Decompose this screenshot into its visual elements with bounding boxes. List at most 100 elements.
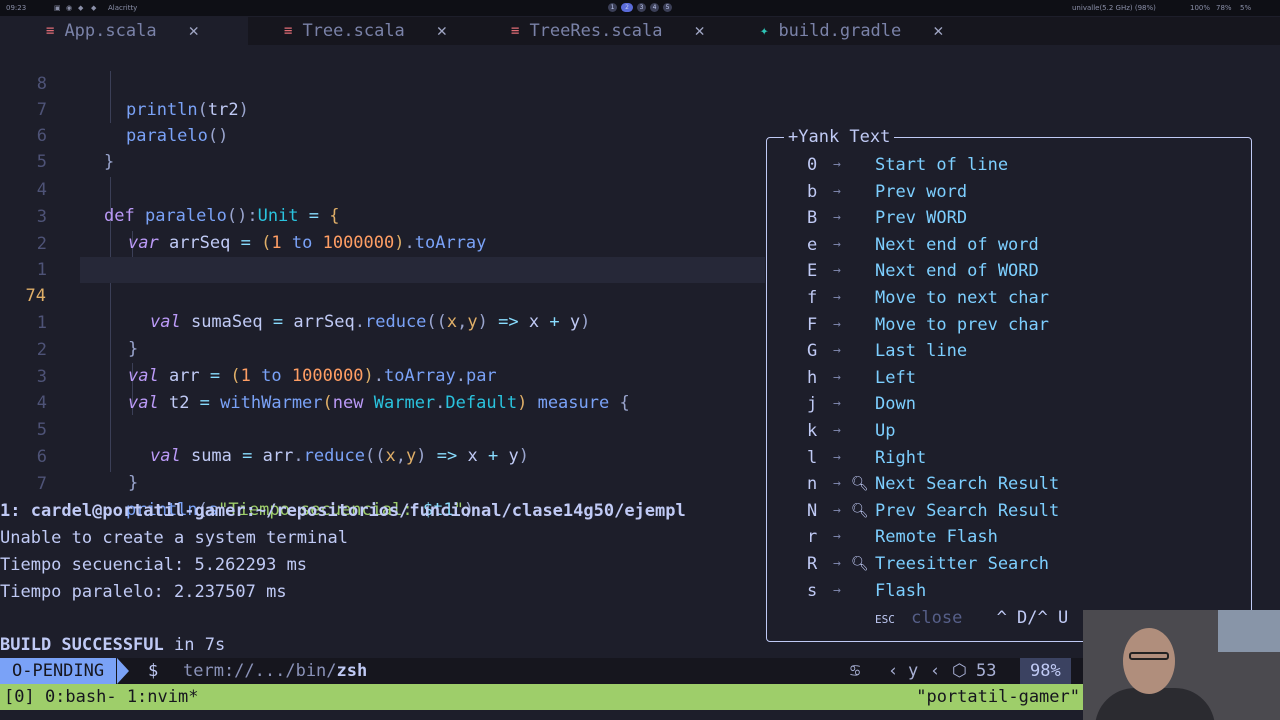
telegram-icon[interactable]: ◆ xyxy=(78,4,83,12)
code-line: 8 println(tr2) xyxy=(0,45,765,120)
yank-item[interactable]: h → Left xyxy=(767,365,1253,391)
action-label: Start of line xyxy=(875,155,1009,175)
action-label: Up xyxy=(875,421,896,441)
path-shell: zsh xyxy=(336,661,368,681)
terminal-title: 1: cardel@portatil-gamer:~/repositorios/… xyxy=(0,501,686,521)
background-monitor xyxy=(1218,610,1280,652)
arrow-right-icon: → xyxy=(833,210,841,226)
yank-item[interactable]: r → Remote Flash xyxy=(767,524,1253,550)
key-label: F xyxy=(807,314,818,335)
yank-item[interactable]: G → Last line xyxy=(767,338,1253,364)
terminal-line: Tiempo secuencial: 5.262293 ms xyxy=(0,555,308,575)
arrow-right-icon: → xyxy=(833,343,841,359)
arrow-right-icon: → xyxy=(833,449,841,465)
code-line: 2 val arr = (1 to 1000000).toArray.par xyxy=(0,311,765,386)
action-label: Move to prev char xyxy=(875,314,1049,335)
tab-build-gradle[interactable]: ✦ build.gradle ✕ xyxy=(760,17,944,45)
yank-item[interactable]: 0 → Start of line xyxy=(767,152,1253,178)
action-label: Next end of WORD xyxy=(875,261,1039,282)
yank-item[interactable]: l → Right xyxy=(767,445,1253,471)
yank-item[interactable]: B → Prev WORD xyxy=(767,205,1253,231)
network-status[interactable]: univalle(5.2 GHz) (98%) xyxy=(1072,4,1156,12)
battery-status: 100% xyxy=(1190,4,1211,12)
path-prefix: term://.../bin/ xyxy=(183,661,337,681)
close-hint[interactable]: close xyxy=(911,608,962,628)
key-label: N xyxy=(807,500,818,521)
line-count: 53 xyxy=(976,661,997,681)
action-label: Next Search Result xyxy=(875,474,1060,495)
volume-status: 5% xyxy=(1240,4,1252,12)
arrow-right-icon: → xyxy=(833,263,841,279)
yank-item[interactable]: R → 🔍︎ Treesitter Search xyxy=(767,551,1253,577)
yank-item[interactable]: e → Next end of word xyxy=(767,232,1253,258)
esc-key: ESC xyxy=(875,613,895,626)
arrow-right-icon: → xyxy=(833,529,841,545)
code-line: 6 } xyxy=(0,418,765,493)
vscode-icon[interactable]: ◆ xyxy=(91,4,96,12)
cursor-line[interactable]: 74 val sumaSeq = arrSeq.reduce((x,y) => … xyxy=(26,257,765,332)
yank-item[interactable]: F → Move to prev char xyxy=(767,312,1253,338)
action-label: Treesitter Search xyxy=(875,554,1049,574)
key-label: h xyxy=(807,367,818,388)
action-label: Prev word xyxy=(875,181,968,202)
system-bar: 09:23 ▣ ◉ ◆ ◆ Alacritty 1 2 3 4 5 unival… xyxy=(0,0,1280,16)
tab-tree-scala[interactable]: ≡ Tree.scala ✕ xyxy=(284,17,447,45)
terminal-icon: ▣ xyxy=(54,4,61,12)
arrow-right-icon: → xyxy=(833,183,841,199)
tab-treeres-scala[interactable]: ≡ TreeRes.scala ✕ xyxy=(511,17,705,45)
workspace-1[interactable]: 1 xyxy=(608,3,617,12)
tab-label: Tree.scala xyxy=(302,21,405,41)
tab-label: TreeRes.scala xyxy=(529,21,663,41)
key-label: G xyxy=(807,341,818,362)
code-line: 6 } xyxy=(0,97,765,172)
close-icon[interactable]: ✕ xyxy=(695,21,705,41)
key-label: k xyxy=(807,421,818,441)
yank-item[interactable]: j → Down xyxy=(767,391,1253,417)
code-line: 5 val suma = arr.reduce((x,y) => x + y) xyxy=(0,391,765,466)
close-icon[interactable]: ✕ xyxy=(189,21,199,41)
tab-app-scala[interactable]: ≡ App.scala ✕ xyxy=(0,17,248,45)
search-icon: 🔍︎ xyxy=(851,476,869,493)
browser-icon[interactable]: ◉ xyxy=(66,4,72,12)
cube-icon: ⬡ xyxy=(952,661,967,681)
close-icon[interactable]: ✕ xyxy=(437,21,447,41)
line-number: 7 xyxy=(36,474,47,494)
terminal-line: Unable to create a system terminal xyxy=(0,528,348,548)
key-label: s xyxy=(807,580,818,601)
close-icon[interactable]: ✕ xyxy=(933,21,943,41)
webcam-overlay xyxy=(1083,610,1280,720)
yank-item[interactable]: f → Move to next char xyxy=(767,285,1253,311)
key-label: b xyxy=(807,181,818,202)
search-icon: 🔍︎ xyxy=(851,556,869,572)
yank-item[interactable]: N → 🔍︎ Prev Search Result xyxy=(767,498,1253,524)
arrow-right-icon: → xyxy=(833,502,841,518)
arrow-right-icon: → xyxy=(833,582,841,598)
yank-item[interactable]: k → Up xyxy=(767,418,1253,444)
yank-item[interactable]: b → Prev word xyxy=(767,179,1253,205)
scroll-percent: 98% xyxy=(1020,658,1071,684)
register-y: y xyxy=(908,661,919,681)
key-label: 0 xyxy=(807,155,818,175)
workspace-2[interactable]: 2 xyxy=(621,3,633,12)
code-line: 3 var arrSeq = (1 to 1000000).toArray xyxy=(0,178,765,253)
code-line: 4 def paralelo():Unit = { xyxy=(0,151,765,226)
yank-item[interactable]: s → Flash xyxy=(767,578,1253,604)
action-label: Next end of word xyxy=(875,234,1039,255)
key-label: e xyxy=(807,234,818,255)
code-line: 7 paralelo() xyxy=(0,71,765,146)
workspace-5[interactable]: 5 xyxy=(663,3,672,12)
key-label: r xyxy=(807,527,818,548)
key-label: f xyxy=(807,288,818,308)
code-editor[interactable]: 8 println(tr2) 7 paralelo() 6 } 5 4 def … xyxy=(0,45,765,520)
yank-item[interactable]: E → Next end of WORD xyxy=(767,258,1253,284)
arrow-right-icon: → xyxy=(833,236,841,252)
workspace-4[interactable]: 4 xyxy=(650,3,659,12)
workspace-3[interactable]: 3 xyxy=(637,3,646,12)
key-label: j xyxy=(807,394,818,415)
action-label: Down xyxy=(875,394,916,415)
tmux-host: "portatil-gamer" xyxy=(916,687,1080,707)
yank-item[interactable]: n → 🔍︎ Next Search Result xyxy=(767,471,1253,497)
tmux-windows[interactable]: [0] 0:bash- 1:nvim* xyxy=(4,684,198,710)
key-label: E xyxy=(807,261,818,282)
action-label: Flash xyxy=(875,580,927,601)
